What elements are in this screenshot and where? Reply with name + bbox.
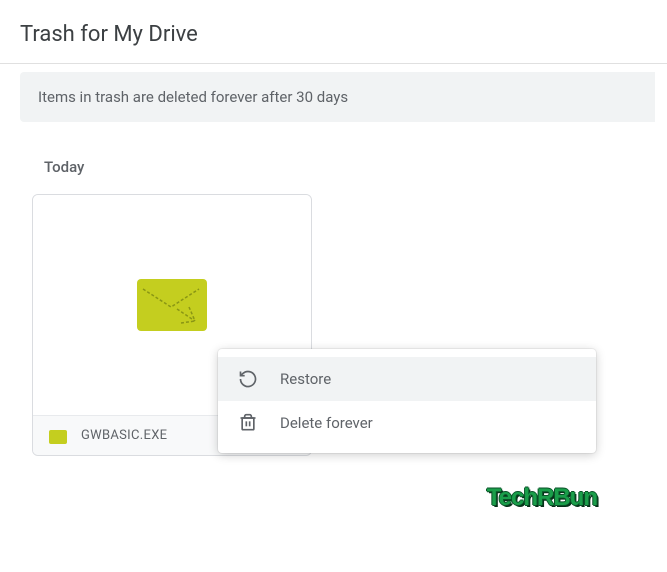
trash-info-banner: Items in trash are deleted forever after…: [20, 72, 655, 122]
watermark: TechRBun: [487, 484, 597, 512]
menu-item-restore[interactable]: Restore: [218, 357, 596, 401]
context-menu: Restore Delete forever: [218, 349, 596, 453]
trash-icon: [238, 413, 258, 433]
section-label-today: Today: [44, 158, 667, 176]
divider: [0, 63, 667, 64]
menu-item-label: Delete forever: [280, 414, 373, 432]
file-type-icon: [137, 279, 207, 331]
file-type-icon-small: [49, 429, 67, 443]
file-name-label: GWBASIC.EXE: [81, 428, 167, 443]
restore-icon: [238, 369, 258, 389]
page-title: Trash for My Drive: [0, 0, 667, 63]
menu-item-delete-forever[interactable]: Delete forever: [218, 401, 596, 445]
menu-item-label: Restore: [280, 370, 331, 388]
